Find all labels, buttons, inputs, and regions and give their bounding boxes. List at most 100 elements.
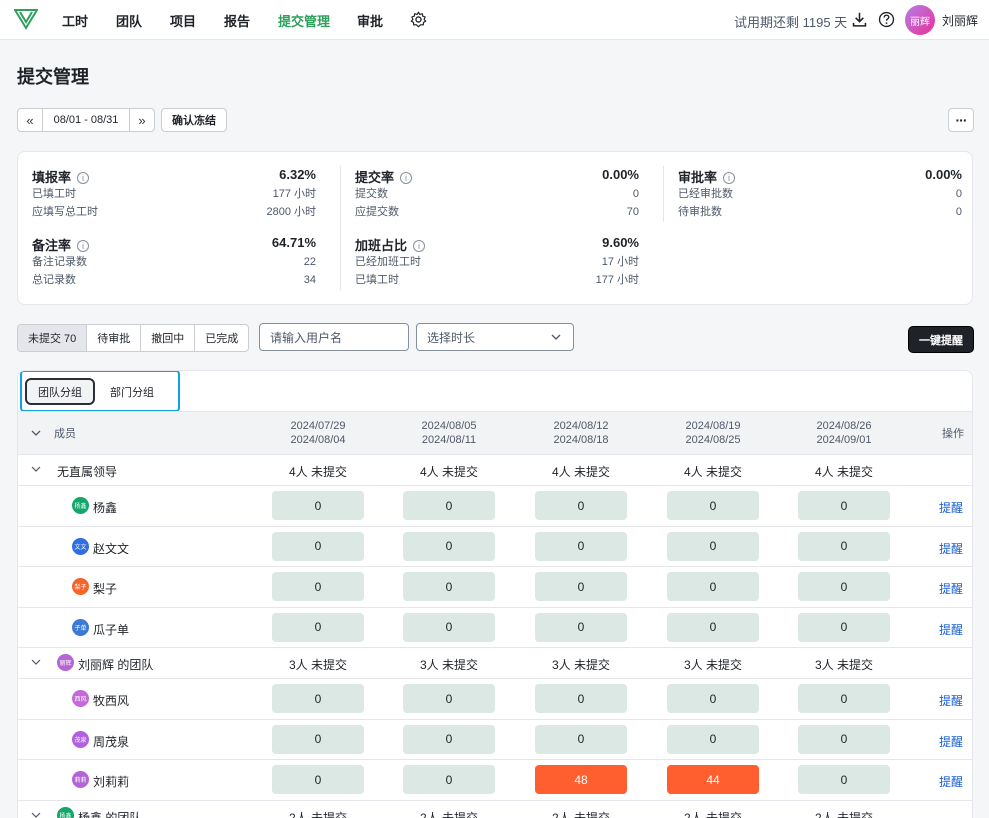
hours-cell[interactable]: 0	[667, 572, 759, 601]
date-range-picker: « 08/01 - 08/31 »	[17, 108, 155, 132]
hours-cell[interactable]: 0	[272, 531, 364, 561]
hours-cell[interactable]: 0	[272, 684, 364, 713]
remind-button[interactable]: 提醒	[939, 773, 963, 790]
stat-label: 应提交数	[355, 206, 399, 218]
hours-cell[interactable]: 0	[272, 572, 364, 601]
stats-card: 填报率 i 6.32% 已填工时 177 小时 应填写总工时 2800 小时 备注率 i 6…	[17, 151, 973, 305]
hours-cell[interactable]: 0	[403, 612, 495, 642]
stat-label: 已填工时	[355, 274, 399, 286]
gear-icon[interactable]	[410, 11, 427, 28]
hours-cell[interactable]: 0	[535, 491, 627, 520]
nav-item-report[interactable]: 报告	[224, 11, 250, 30]
tab-pending-approval[interactable]: 待审批	[86, 325, 140, 351]
remind-button[interactable]: 提醒	[939, 692, 963, 709]
group-row[interactable]: 丽辉 刘丽辉 的团队 3人 未提交 3人 未提交 3人 未提交 3人 未提交 3人 未提交	[18, 648, 972, 679]
hours-cell[interactable]: 0	[403, 684, 495, 713]
info-icon[interactable]: i	[413, 240, 426, 252]
nav-item-submission[interactable]: 提交管理	[278, 11, 330, 30]
info-icon[interactable]: i	[77, 172, 90, 184]
collapse-group-icon[interactable]	[31, 810, 41, 818]
hours-cell[interactable]: 0	[403, 724, 495, 754]
hours-cell[interactable]: 0	[667, 491, 759, 520]
table-row: 西风 牧西风 0 0 0 0 0 提醒	[18, 679, 972, 720]
hours-cell[interactable]: 0	[798, 684, 890, 713]
stat-label: 总记录数	[32, 274, 76, 286]
nav-item-approval[interactable]: 审批	[357, 11, 383, 30]
hours-cell[interactable]: 0	[667, 612, 759, 642]
grouping-toggle: 团队分组 部门分组	[20, 371, 180, 412]
confirm-freeze-button[interactable]: 确认冻结	[161, 108, 227, 132]
stat-label: 已经审批数	[678, 188, 733, 200]
hours-cell[interactable]: 0	[798, 531, 890, 561]
download-icon[interactable]	[851, 11, 868, 28]
stat-value: 0.00%	[925, 167, 962, 182]
duration-select[interactable]: 选择时长	[416, 323, 574, 351]
nav-item-team[interactable]: 团队	[116, 11, 142, 30]
duration-select-placeholder: 选择时长	[427, 330, 476, 345]
collapse-all-icon[interactable]	[31, 428, 41, 438]
more-options-button[interactable]: ···	[948, 108, 974, 132]
remind-button[interactable]: 提醒	[939, 499, 963, 516]
hours-cell[interactable]: 0	[798, 491, 890, 520]
stat-value: 0.00%	[602, 167, 639, 182]
hours-cell[interactable]: 48	[535, 765, 627, 794]
hours-cell[interactable]: 0	[272, 724, 364, 754]
hours-cell[interactable]: 0	[535, 724, 627, 754]
hours-cell[interactable]: 0	[272, 612, 364, 642]
info-icon[interactable]: i	[400, 172, 413, 184]
stat-title: 提交率	[355, 170, 395, 185]
hours-cell[interactable]: 0	[403, 572, 495, 601]
remind-all-button[interactable]: 一键提醒	[909, 327, 973, 352]
trial-remaining: 试用期还剩 1195 天	[734, 15, 848, 30]
collapse-group-icon[interactable]	[31, 657, 41, 667]
remind-button[interactable]: 提醒	[939, 621, 963, 638]
hours-cell[interactable]: 44	[667, 765, 759, 794]
hours-cell[interactable]: 0	[535, 612, 627, 642]
hours-cell[interactable]: 0	[535, 531, 627, 561]
hours-cell[interactable]: 0	[535, 572, 627, 601]
logo-icon[interactable]	[14, 7, 38, 31]
hours-cell[interactable]: 0	[272, 765, 364, 794]
stat-number: 0	[955, 206, 962, 218]
table-row: 子单 瓜子单 0 0 0 0 0 提醒	[18, 608, 972, 648]
user-avatar[interactable]: 丽辉	[905, 5, 935, 35]
hours-cell[interactable]: 0	[403, 765, 495, 794]
remind-button[interactable]: 提醒	[939, 540, 963, 557]
hours-cell[interactable]: 0	[798, 572, 890, 601]
hours-cell[interactable]: 0	[667, 531, 759, 561]
group-summary-cell: 3人 未提交	[288, 658, 347, 672]
hours-cell[interactable]: 0	[535, 684, 627, 713]
help-icon[interactable]	[878, 11, 895, 28]
hours-cell[interactable]: 0	[403, 491, 495, 520]
collapse-group-icon[interactable]	[31, 464, 41, 474]
username-search-input[interactable]: 请输入用户名	[259, 323, 409, 351]
hours-cell[interactable]: 0	[667, 684, 759, 713]
hours-cell[interactable]: 0	[272, 491, 364, 520]
date-range-value[interactable]: 08/01 - 08/31	[42, 109, 130, 131]
group-summary-cell: 2人 未提交	[814, 810, 873, 818]
hours-cell[interactable]: 0	[403, 531, 495, 561]
hours-cell[interactable]: 0	[667, 724, 759, 754]
group-by-team-button[interactable]: 团队分组	[25, 378, 95, 405]
tab-withdrawing[interactable]: 撤回中	[140, 325, 194, 351]
group-row[interactable]: 杨鑫 杨鑫 的团队 2人 未提交 2人 未提交 2人 未提交 2人 未提交 2人 未提交	[18, 801, 972, 818]
prev-period-button[interactable]: «	[18, 109, 42, 131]
tab-completed[interactable]: 已完成	[194, 325, 248, 351]
group-by-dept-button[interactable]: 部门分组	[99, 378, 165, 405]
username[interactable]: 刘丽辉	[942, 12, 978, 29]
nav-item-project[interactable]: 项目	[170, 11, 196, 30]
tab-unsubmitted[interactable]: 未提交 70	[18, 325, 87, 351]
hours-cell[interactable]: 0	[798, 612, 890, 642]
group-row[interactable]: 无直属领导 4人 未提交 4人 未提交 4人 未提交 4人 未提交 4人 未提交	[18, 455, 972, 486]
remind-button[interactable]: 提醒	[939, 580, 963, 597]
remind-button[interactable]: 提醒	[939, 733, 963, 750]
top-nav: 工时 团队 项目 报告 提交管理 审批 试用期还剩 1195 天 丽辉 刘丽辉	[0, 0, 989, 40]
nav-item-hours[interactable]: 工时	[62, 11, 88, 30]
next-period-button[interactable]: »	[130, 109, 154, 131]
stat-label: 提交数	[355, 188, 388, 200]
hours-cell[interactable]: 0	[798, 724, 890, 754]
info-icon[interactable]: i	[723, 172, 736, 184]
hours-cell[interactable]: 0	[798, 765, 890, 794]
info-icon[interactable]: i	[77, 240, 90, 252]
status-tabs: 未提交 70 待审批 撤回中 已完成	[17, 324, 250, 352]
